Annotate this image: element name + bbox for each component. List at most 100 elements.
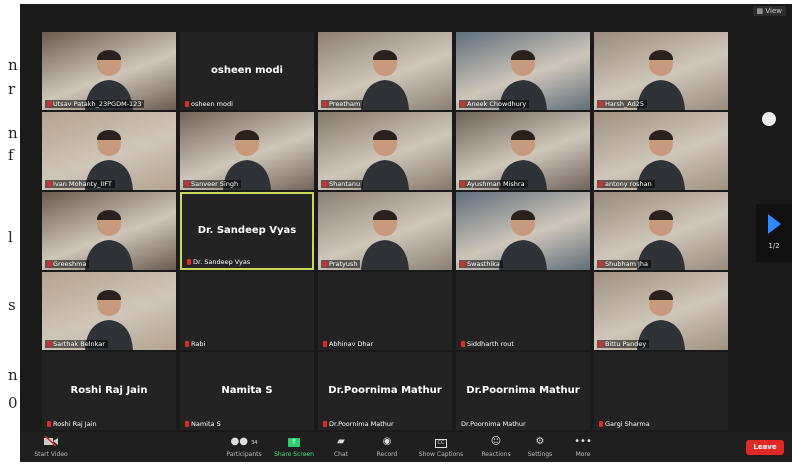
margin-char: s: [8, 296, 16, 314]
reaction-bubble-icon: [762, 112, 776, 126]
participant-tile[interactable]: Abhinav Dhar: [318, 272, 452, 350]
more-button[interactable]: ••• More: [568, 436, 598, 458]
next-page-button[interactable]: 1/2: [756, 204, 792, 262]
participant-name-label: Dr.Poornima Mathur: [459, 420, 529, 428]
participant-name-label: Ivan Mohanty_IIFT: [45, 180, 115, 188]
chat-button[interactable]: ▰ Chat: [326, 436, 356, 458]
start-video-label: Start Video: [34, 451, 68, 458]
gear-icon: ⚙: [535, 436, 545, 447]
ellipsis-icon: •••: [574, 436, 592, 447]
participants-count: 34: [251, 440, 258, 446]
participant-name-label: Dr. Sandeep Vyas: [185, 258, 253, 266]
chat-bubble-icon: ▰: [337, 436, 345, 447]
participant-name: Swasthika: [467, 260, 500, 268]
reactions-button[interactable]: ☺ Reactions: [476, 436, 516, 458]
participant-name-label: osheen modi: [183, 100, 236, 108]
participant-name: Greeshma: [53, 260, 87, 268]
margin-char: l: [8, 228, 13, 246]
participant-name: Bittu Pandey: [605, 340, 647, 348]
participant-name: Gargi Sharma: [605, 420, 650, 428]
participant-name-label: Bittu Pandey: [597, 340, 650, 348]
participant-tile[interactable]: Gargi Sharma: [594, 352, 728, 430]
muted-mic-icon: [323, 101, 327, 107]
share-screen-button[interactable]: ↑ Share Screen: [270, 436, 318, 458]
participant-name: Siddharth rout: [467, 340, 514, 348]
participant-display-name: Dr.Poornima Mathur: [328, 384, 442, 396]
participant-tile[interactable]: Utsav Patakh_23PGDM-123: [42, 32, 176, 110]
participant-name: Utsav Patakh_23PGDM-123: [53, 100, 142, 108]
page-indicator: 1/2: [768, 242, 780, 250]
participant-name-label: Gargi Sharma: [597, 420, 653, 428]
share-screen-label: Share Screen: [274, 451, 314, 458]
chat-label: Chat: [333, 451, 349, 458]
participant-tile[interactable]: Shubham Jha: [594, 192, 728, 270]
people-icon: ●● 34: [230, 436, 258, 447]
participant-name-label: Roshi Raj Jain: [45, 420, 100, 428]
participant-name-label: Utsav Patakh_23PGDM-123: [45, 100, 145, 108]
participant-tile[interactable]: Aneek Chowdhury: [456, 32, 590, 110]
participant-name: Harsh_Ad25: [605, 100, 645, 108]
share-screen-icon: ↑: [270, 436, 318, 448]
muted-mic-icon: [185, 421, 189, 427]
participant-name-label: Harsh_Ad25: [597, 100, 648, 108]
record-label: Record: [376, 451, 398, 458]
muted-mic-icon: [185, 341, 189, 347]
participant-name: Sanveer Singh: [191, 180, 239, 188]
participant-name-label: Dr.Poornima Mathur: [321, 420, 397, 428]
participant-tile[interactable]: Dr. Sandeep Vyas Dr. Sandeep Vyas: [180, 192, 314, 270]
participant-tile[interactable]: Harsh_Ad25: [594, 32, 728, 110]
participant-tile[interactable]: Rabi: [180, 272, 314, 350]
participant-name: antony roshan: [605, 180, 652, 188]
participant-tile[interactable]: Namita S Namita S: [180, 352, 314, 430]
participants-label: Participants: [226, 451, 262, 458]
participant-display-name: Roshi Raj Jain: [70, 384, 148, 396]
person-silhouette: [361, 129, 409, 190]
record-button[interactable]: ◉ Record: [370, 436, 404, 458]
participant-name: Rabi: [191, 340, 206, 348]
participant-tile[interactable]: Siddharth rout: [456, 272, 590, 350]
participant-name-label: Preetham: [321, 100, 364, 108]
start-video-button[interactable]: Start Video: [30, 435, 72, 458]
smiley-icon: ☺: [490, 436, 502, 447]
participant-tile[interactable]: Shantanu: [318, 112, 452, 190]
show-captions-button[interactable]: CC Show Captions: [416, 436, 466, 458]
participant-tile[interactable]: Ayushman Mishra: [456, 112, 590, 190]
participant-name: Dr.Poornima Mathur: [329, 420, 394, 428]
participant-tile[interactable]: Pratyush: [318, 192, 452, 270]
participant-tile[interactable]: Sarthak Belnkar: [42, 272, 176, 350]
participant-name-label: Sanveer Singh: [183, 180, 242, 188]
participant-name: Aneek Chowdhury: [467, 100, 527, 108]
participant-tile[interactable]: antony roshan: [594, 112, 728, 190]
participant-tile[interactable]: Preetham: [318, 32, 452, 110]
participant-tile[interactable]: Ivan Mohanty_IIFT: [42, 112, 176, 190]
muted-mic-icon: [323, 181, 327, 187]
muted-mic-icon: [47, 101, 51, 107]
margin-char: 0: [8, 394, 18, 412]
participant-tile[interactable]: Bittu Pandey: [594, 272, 728, 350]
participant-display-name: osheen modi: [211, 64, 283, 76]
muted-mic-icon: [185, 101, 189, 107]
margin-char: n: [8, 124, 18, 142]
show-captions-label: Show Captions: [418, 451, 464, 458]
muted-mic-icon: [599, 101, 603, 107]
record-icon: ◉: [382, 436, 392, 447]
leave-button[interactable]: Leave: [746, 440, 784, 455]
participants-button[interactable]: ●● 34 Participants: [220, 436, 268, 458]
participant-tile[interactable]: Roshi Raj Jain Roshi Raj Jain: [42, 352, 176, 430]
settings-button[interactable]: ⚙ Settings: [522, 436, 558, 458]
participant-tile[interactable]: osheen modi osheen modi: [180, 32, 314, 110]
participant-name-label: Abhinav Dhar: [321, 340, 376, 348]
participant-tile[interactable]: Sanveer Singh: [180, 112, 314, 190]
margin-char: n: [8, 366, 18, 384]
participant-tile[interactable]: Dr.Poornima Mathur Dr.Poornima Mathur: [456, 352, 590, 430]
muted-mic-icon: [47, 421, 51, 427]
participant-name-label: Ayushman Mishra: [459, 180, 528, 188]
muted-mic-icon: [185, 181, 189, 187]
view-label: View: [765, 7, 782, 15]
participant-tile[interactable]: Dr.Poornima Mathur Dr.Poornima Mathur: [318, 352, 452, 430]
muted-mic-icon: [599, 181, 603, 187]
participant-tile[interactable]: Swasthika: [456, 192, 590, 270]
participant-tile[interactable]: Greeshma: [42, 192, 176, 270]
view-button[interactable]: ▦ View: [752, 6, 786, 16]
participant-name: Ivan Mohanty_IIFT: [53, 180, 112, 188]
